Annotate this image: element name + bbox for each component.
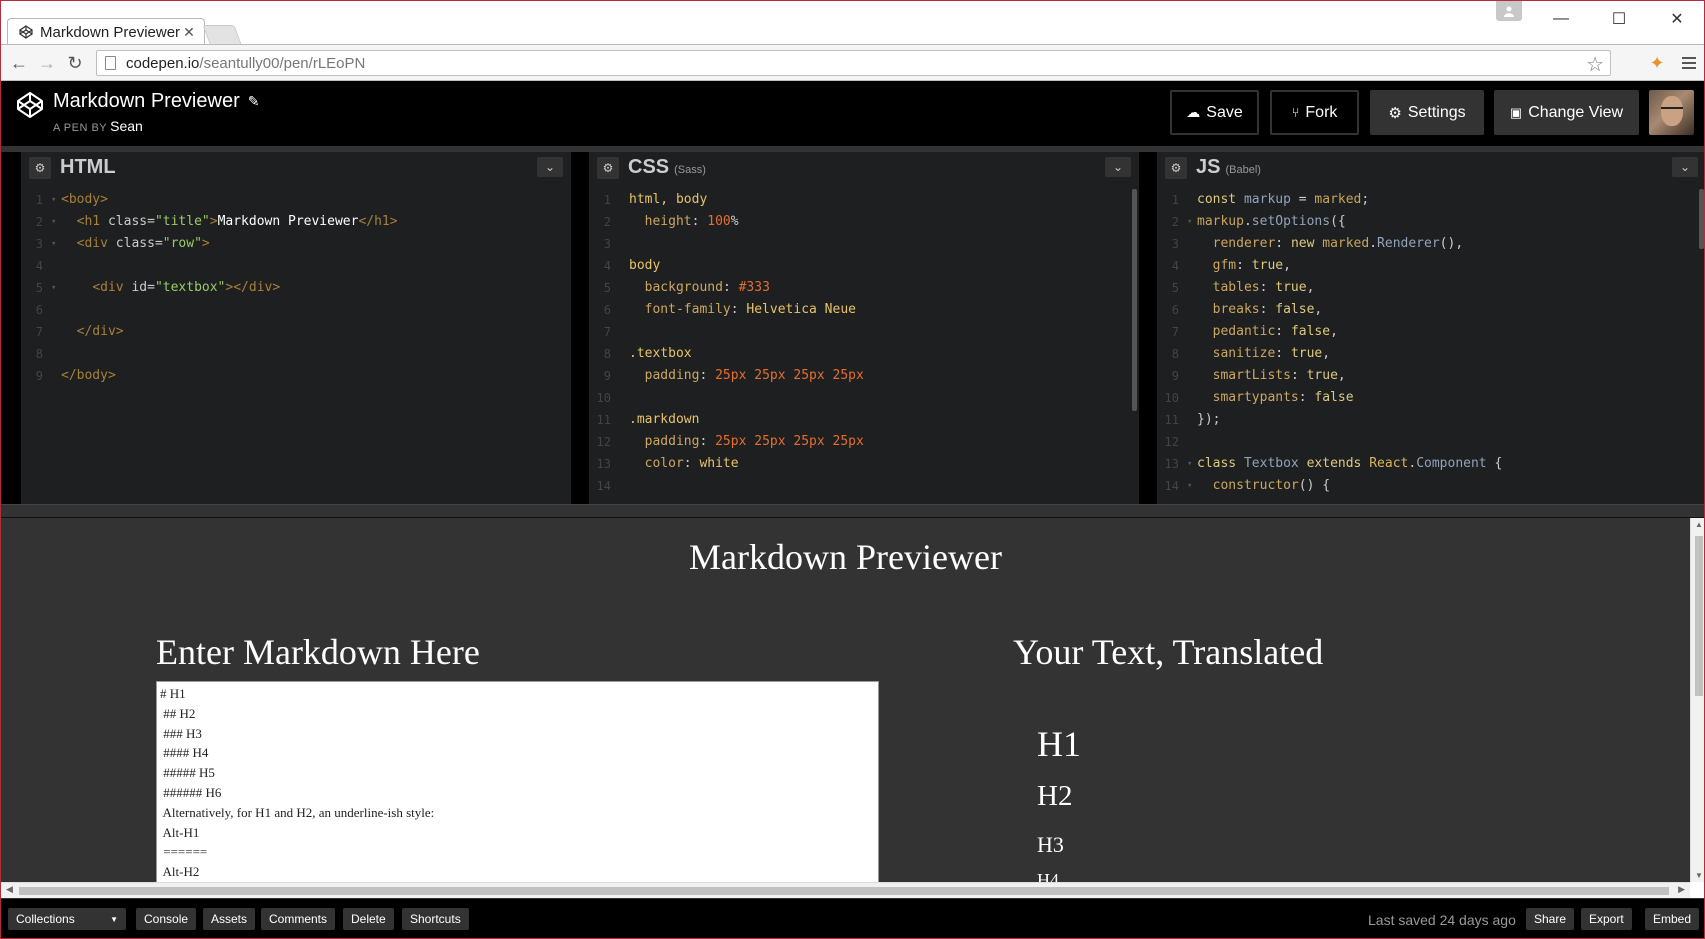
caret-down-icon: ▼ xyxy=(110,914,118,924)
delete-button[interactable]: Delete xyxy=(343,908,394,930)
preview-title: Markdown Previewer xyxy=(689,537,1002,577)
js-editor-title: JS xyxy=(1196,156,1221,178)
browser-window: Markdown Previewer ✕ — ☐ ✕ ← → ↻ codepen… xyxy=(0,0,1705,939)
js-scrollbar[interactable] xyxy=(1699,189,1704,249)
rendered-h2: H2 xyxy=(1037,780,1073,812)
url-text: codepen.io/seantully00/pen/rLEoPN xyxy=(126,54,366,72)
user-avatar[interactable] xyxy=(1649,90,1694,135)
new-tab-button[interactable] xyxy=(202,25,242,44)
back-arrow-icon[interactable]: ← xyxy=(7,51,31,75)
enter-markdown-heading: Enter Markdown Here xyxy=(156,632,480,672)
js-settings-gear-icon[interactable]: ⚙ xyxy=(1165,156,1187,179)
css-editor-title: CSS xyxy=(628,156,670,178)
markdown-input-line: ### H3 xyxy=(160,725,202,741)
preview-horizontal-scrollbar[interactable]: ◀ ▶ xyxy=(1,882,1690,898)
html-editor-title: HTML xyxy=(60,156,116,178)
js-preprocessor-label: (Babel) xyxy=(1225,164,1261,176)
preview-pane: Markdown Previewer Enter Markdown Here Y… xyxy=(1,518,1690,882)
settings-button[interactable]: ⚙ Settings xyxy=(1370,90,1484,135)
html-settings-gear-icon[interactable]: ⚙ xyxy=(29,156,51,179)
page-icon xyxy=(105,56,116,70)
js-code[interactable]: 1 const markup = marked; 2 ▾ markup.setOpti… xyxy=(1157,189,1704,504)
collections-dropdown[interactable]: Collections ▼ xyxy=(8,908,126,930)
assets-button[interactable]: Assets xyxy=(203,908,256,930)
browser-tab[interactable]: Markdown Previewer ✕ xyxy=(7,18,205,45)
markdown-input-line: ##### H5 xyxy=(160,765,215,781)
minimize-button[interactable]: — xyxy=(1532,1,1590,37)
html-editor[interactable]: ⚙ HTML ⌄ 1 ▾ <body> 2 ▾ <h1 class="title">M… xyxy=(21,152,571,504)
scroll-left-icon[interactable]: ◀ xyxy=(6,884,13,895)
scroll-right-icon[interactable]: ▶ xyxy=(1678,884,1685,895)
close-window-button[interactable]: ✕ xyxy=(1648,1,1704,37)
tab-title: Markdown Previewer xyxy=(40,23,181,41)
edit-pencil-icon[interactable]: ✎ xyxy=(248,93,260,110)
author-link[interactable]: Sean xyxy=(110,118,143,134)
css-editor-header: ⚙ CSS (Sass) ⌄ xyxy=(589,152,1139,183)
preview-vertical-scrollbar[interactable]: ▲ ▼ xyxy=(1690,518,1704,882)
pen-author-line: A PEN BY Sean xyxy=(53,118,143,134)
css-chevron-down-icon[interactable]: ⌄ xyxy=(1105,157,1131,177)
html-editor-header: ⚙ HTML ⌄ xyxy=(21,152,571,183)
css-scrollbar[interactable] xyxy=(1132,189,1137,411)
layout-icon: ▣ xyxy=(1509,104,1523,120)
codepen-logo-icon[interactable] xyxy=(15,90,45,120)
markdown-input-line: #### H4 xyxy=(160,745,209,761)
address-bar[interactable]: codepen.io/seantully00/pen/rLEoPN ☆ xyxy=(96,50,1611,76)
markdown-input-line: Alternatively, for H1 and H2, an underli… xyxy=(160,804,435,820)
embed-button[interactable]: Embed xyxy=(1645,908,1700,930)
gear-icon: ⚙ xyxy=(1388,104,1402,122)
scroll-up-icon[interactable]: ▲ xyxy=(1691,520,1704,529)
pen-title[interactable]: Markdown Previewer ✎ xyxy=(53,90,259,113)
codepen-favicon-icon xyxy=(18,24,34,40)
js-editor-header: ⚙ JS (Babel) ⌄ xyxy=(1157,152,1704,183)
reload-icon[interactable]: ↻ xyxy=(63,51,87,75)
share-button[interactable]: Share xyxy=(1526,908,1575,930)
html-code[interactable]: 1 ▾ <body> 2 ▾ <h1 class="title">Markdown P… xyxy=(21,189,571,504)
markdown-input-line: Alt-H2 xyxy=(160,864,200,880)
fork-icon: ⑂ xyxy=(1291,105,1300,120)
shortcuts-button[interactable]: Shortcuts xyxy=(402,908,469,930)
change-view-button[interactable]: ▣ Change View xyxy=(1494,90,1639,135)
extension-icon[interactable]: ✦ xyxy=(1644,50,1670,76)
profile-icon[interactable] xyxy=(1496,1,1522,21)
markdown-input[interactable]: # H1 ## H2 ### H3 #### H4 ##### H5 #####… xyxy=(156,681,879,882)
html-chevron-down-icon[interactable]: ⌄ xyxy=(537,157,563,177)
rendered-h3: H3 xyxy=(1037,832,1064,857)
markdown-input-line: ## H2 xyxy=(160,705,196,721)
editors-area: ⚙ HTML ⌄ 1 ▾ <body> 2 ▾ <h1 class="title">M… xyxy=(1,146,1704,504)
tab-strip: Markdown Previewer ✕ — ☐ ✕ xyxy=(1,1,1704,45)
js-editor[interactable]: ⚙ JS (Babel) ⌄ 1 const markup = marked; 2… xyxy=(1157,152,1704,504)
css-editor[interactable]: ⚙ CSS (Sass) ⌄ 1 html, body 2 height: 100… xyxy=(589,152,1139,504)
markdown-input-line: Alt-H1 xyxy=(160,824,200,840)
css-code[interactable]: 1 html, body 2 height: 100% 3 4 body 5 bac… xyxy=(589,189,1139,504)
browser-toolbar: ← → ↻ codepen.io/seantully00/pen/rLEoPN … xyxy=(1,44,1704,81)
fork-button[interactable]: ⑂ Fork xyxy=(1270,90,1359,135)
markdown-input-line: ###### H6 xyxy=(160,784,222,800)
console-button[interactable]: Console xyxy=(136,908,197,930)
export-button[interactable]: Export xyxy=(1581,908,1632,930)
translated-heading: Your Text, Translated xyxy=(1013,632,1324,672)
codepen-header: Markdown Previewer ✎ A PEN BY Sean ☁ Save… xyxy=(1,81,1704,146)
forward-arrow-icon[interactable]: → xyxy=(35,51,59,75)
rendered-h1: H1 xyxy=(1037,724,1081,764)
preview-resize-handle[interactable] xyxy=(1,504,1704,518)
window-controls: — ☐ ✕ xyxy=(1496,1,1704,37)
css-settings-gear-icon[interactable]: ⚙ xyxy=(597,156,619,179)
codepen-footer: Collections ▼ Console Assets Comments De… xyxy=(1,898,1704,938)
bookmark-star-icon[interactable]: ☆ xyxy=(1586,52,1604,77)
maximize-button[interactable]: ☐ xyxy=(1590,1,1648,37)
markdown-input-line: ====== xyxy=(160,844,208,860)
js-chevron-down-icon[interactable]: ⌄ xyxy=(1672,157,1698,177)
cloud-icon: ☁ xyxy=(1186,104,1201,120)
save-button[interactable]: ☁ Save xyxy=(1170,90,1259,135)
chrome-menu-icon[interactable] xyxy=(1678,50,1700,76)
markdown-input-line: # H1 xyxy=(160,686,186,701)
comments-button[interactable]: Comments xyxy=(261,908,336,930)
rendered-h4: H4 xyxy=(1037,870,1059,882)
css-preprocessor-label: (Sass) xyxy=(674,164,706,176)
tab-close-icon[interactable]: ✕ xyxy=(182,24,196,41)
last-saved-status: Last saved 24 days ago xyxy=(1368,912,1516,928)
scroll-down-icon[interactable]: ▼ xyxy=(1691,871,1704,880)
